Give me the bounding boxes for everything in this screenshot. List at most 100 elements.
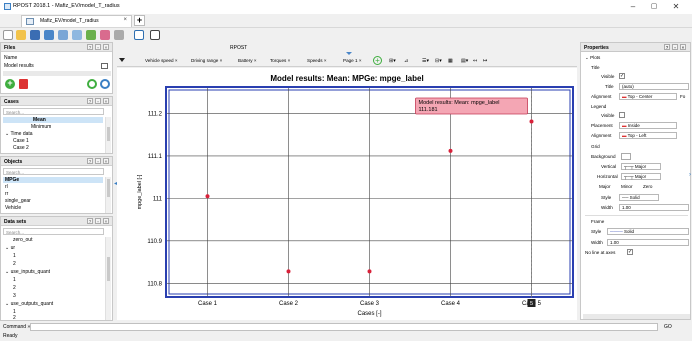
minimize-button[interactable]: – xyxy=(627,2,639,12)
grid-horizontal-select[interactable]: ┬─┬ Major xyxy=(621,173,661,180)
objects-search-input[interactable]: Search... xyxy=(3,168,104,175)
title-visible-checkbox[interactable]: ✓ xyxy=(619,73,625,79)
close-window-button[interactable]: ✕ xyxy=(670,2,682,12)
close-panel-icon[interactable]: × xyxy=(680,44,686,50)
chart-add-icon[interactable] xyxy=(86,30,96,40)
files-item[interactable]: Model results xyxy=(4,63,34,69)
plots-section[interactable]: ⌄ Plots xyxy=(585,55,600,61)
save-as-icon[interactable] xyxy=(44,30,54,40)
tab-vehicle-speed[interactable]: Vehicle speed × xyxy=(145,58,178,63)
dataset-item[interactable]: zero_out xyxy=(13,237,32,243)
collapse-right-icon[interactable]: › xyxy=(689,172,691,178)
dataset-group[interactable]: ⌄ use_inputs_quant xyxy=(5,269,50,275)
go-button[interactable]: GO xyxy=(664,324,672,330)
color-icon[interactable]: ▤▾ xyxy=(461,58,468,64)
undo-icon[interactable] xyxy=(100,30,110,40)
grid-vertical-select[interactable]: ┬─┬ Major xyxy=(621,163,661,170)
tab-speeds[interactable]: Speeds × xyxy=(307,58,327,63)
legend-placement-select[interactable]: ▬ Inside xyxy=(619,122,677,129)
no-line-at-axes-checkbox[interactable]: ✓ xyxy=(627,249,633,255)
close-tab-icon[interactable]: × xyxy=(288,58,291,63)
dataset-group[interactable]: ⌄ ur xyxy=(5,245,15,251)
close-tab-icon[interactable]: × xyxy=(324,58,327,63)
settings-icon[interactable] xyxy=(100,79,110,89)
float-icon[interactable]: ▫ xyxy=(95,98,101,104)
close-panel-icon[interactable]: × xyxy=(103,158,109,164)
grid-zero-label[interactable]: Zero xyxy=(643,184,652,189)
case-item-case2[interactable]: Case 2 xyxy=(13,145,29,151)
datasets-search-input[interactable]: Search... xyxy=(3,228,104,235)
help-icon[interactable]: ? xyxy=(87,98,93,104)
dataset-item[interactable]: 3 xyxy=(13,293,16,299)
refresh-icon[interactable] xyxy=(87,79,97,89)
case-item-minimum[interactable]: Minimum xyxy=(31,124,51,130)
object-item-rl[interactable]: rl xyxy=(5,184,8,190)
object-item-vehicle[interactable]: Vehicle xyxy=(5,205,21,211)
list-icon[interactable]: ☰▾ xyxy=(422,58,429,64)
tab-page-1[interactable]: Page 1 × xyxy=(343,58,362,63)
title-text-input[interactable]: (auto) xyxy=(619,83,689,90)
object-item-single-gear[interactable]: single_gear xyxy=(5,198,31,204)
grid-minor-label[interactable]: Minor xyxy=(621,184,633,189)
export-icon[interactable] xyxy=(58,30,68,40)
move-left-icon[interactable]: ↤ xyxy=(473,58,477,64)
grid-width-input[interactable]: 1.00 xyxy=(619,204,689,211)
table-icon[interactable] xyxy=(150,30,160,40)
float-icon[interactable]: ▫ xyxy=(672,44,678,50)
properties-hscroll[interactable] xyxy=(583,314,690,319)
help-icon[interactable]: ? xyxy=(87,44,93,50)
close-tab-icon[interactable]: × xyxy=(123,17,127,23)
tab-battery[interactable]: Battery × xyxy=(238,58,257,63)
layout-icon[interactable]: ⊞▾ xyxy=(389,58,396,64)
title-alignment-select[interactable]: ▬ Top - Center xyxy=(619,93,677,100)
close-tab-icon[interactable]: × xyxy=(175,58,178,63)
legend-alignment-select[interactable]: ▬ Top - Left xyxy=(619,132,677,139)
background-color-swatch[interactable] xyxy=(621,153,631,160)
close-tab-icon[interactable]: × xyxy=(220,58,223,63)
help-icon[interactable]: ? xyxy=(87,218,93,224)
redo-icon[interactable] xyxy=(114,30,124,40)
grid-major-label[interactable]: Major xyxy=(599,184,611,189)
close-panel-icon[interactable]: × xyxy=(103,218,109,224)
grid-icon[interactable]: ▦ xyxy=(448,58,453,64)
grid-style-select[interactable]: ── Solid xyxy=(619,194,659,201)
case-item-time-data[interactable]: ⌄ Time data xyxy=(5,131,33,137)
dataset-item[interactable]: 2 xyxy=(13,315,16,321)
object-item-mpge[interactable]: MPGe xyxy=(3,177,103,183)
float-icon[interactable]: ▫ xyxy=(95,218,101,224)
float-icon[interactable]: ▫ xyxy=(95,44,101,50)
dataset-item[interactable]: 2 xyxy=(13,261,16,267)
frame-width-input[interactable]: 1.00 xyxy=(607,239,689,246)
import-icon[interactable] xyxy=(72,30,82,40)
dataset-item[interactable]: 2 xyxy=(13,285,16,291)
new-tab-button[interactable]: + xyxy=(134,15,145,26)
tab-driving-range[interactable]: Driving range × xyxy=(191,58,222,63)
float-icon[interactable]: ▫ xyxy=(95,158,101,164)
move-right-icon[interactable]: ↦ xyxy=(483,58,487,64)
chart-canvas[interactable]: Model results: Mean: MPGe: mpge_label 11… xyxy=(117,68,577,320)
tab-torques[interactable]: Torques × xyxy=(270,58,290,63)
save-icon[interactable] xyxy=(30,30,40,40)
maximize-button[interactable]: ▢ xyxy=(648,2,660,12)
command-input[interactable] xyxy=(30,323,658,331)
close-tab-icon[interactable]: × xyxy=(254,58,257,63)
dataset-item[interactable]: 1 xyxy=(13,277,16,283)
close-tab-icon[interactable]: × xyxy=(359,58,362,63)
cases-search-input[interactable]: Search... xyxy=(3,108,104,115)
align-icon[interactable]: ⊟▾ xyxy=(435,58,442,64)
help-icon[interactable]: ? xyxy=(87,158,93,164)
open-folder-icon[interactable] xyxy=(16,30,26,40)
datasets-scrollbar[interactable] xyxy=(105,237,111,320)
close-panel-icon[interactable]: × xyxy=(103,44,109,50)
add-tab-icon[interactable]: + xyxy=(373,56,382,65)
frame-style-select[interactable]: ──── Solid xyxy=(607,228,689,235)
case-item-case1[interactable]: Case 1 xyxy=(13,138,29,144)
chart-svg[interactable]: 111.2 111.1 111 110.9 110.8 Case 1 Case 2 Case … xyxy=(117,68,577,320)
dataset-item[interactable]: 1 xyxy=(13,253,16,259)
legend-visible-checkbox[interactable] xyxy=(619,112,625,118)
help-icon[interactable]: ? xyxy=(664,44,670,50)
tab-dropdown-icon[interactable] xyxy=(119,58,125,62)
delete-icon[interactable] xyxy=(19,79,28,89)
add-icon[interactable]: + xyxy=(5,79,15,89)
case-item-mean[interactable]: Mean xyxy=(3,117,103,123)
